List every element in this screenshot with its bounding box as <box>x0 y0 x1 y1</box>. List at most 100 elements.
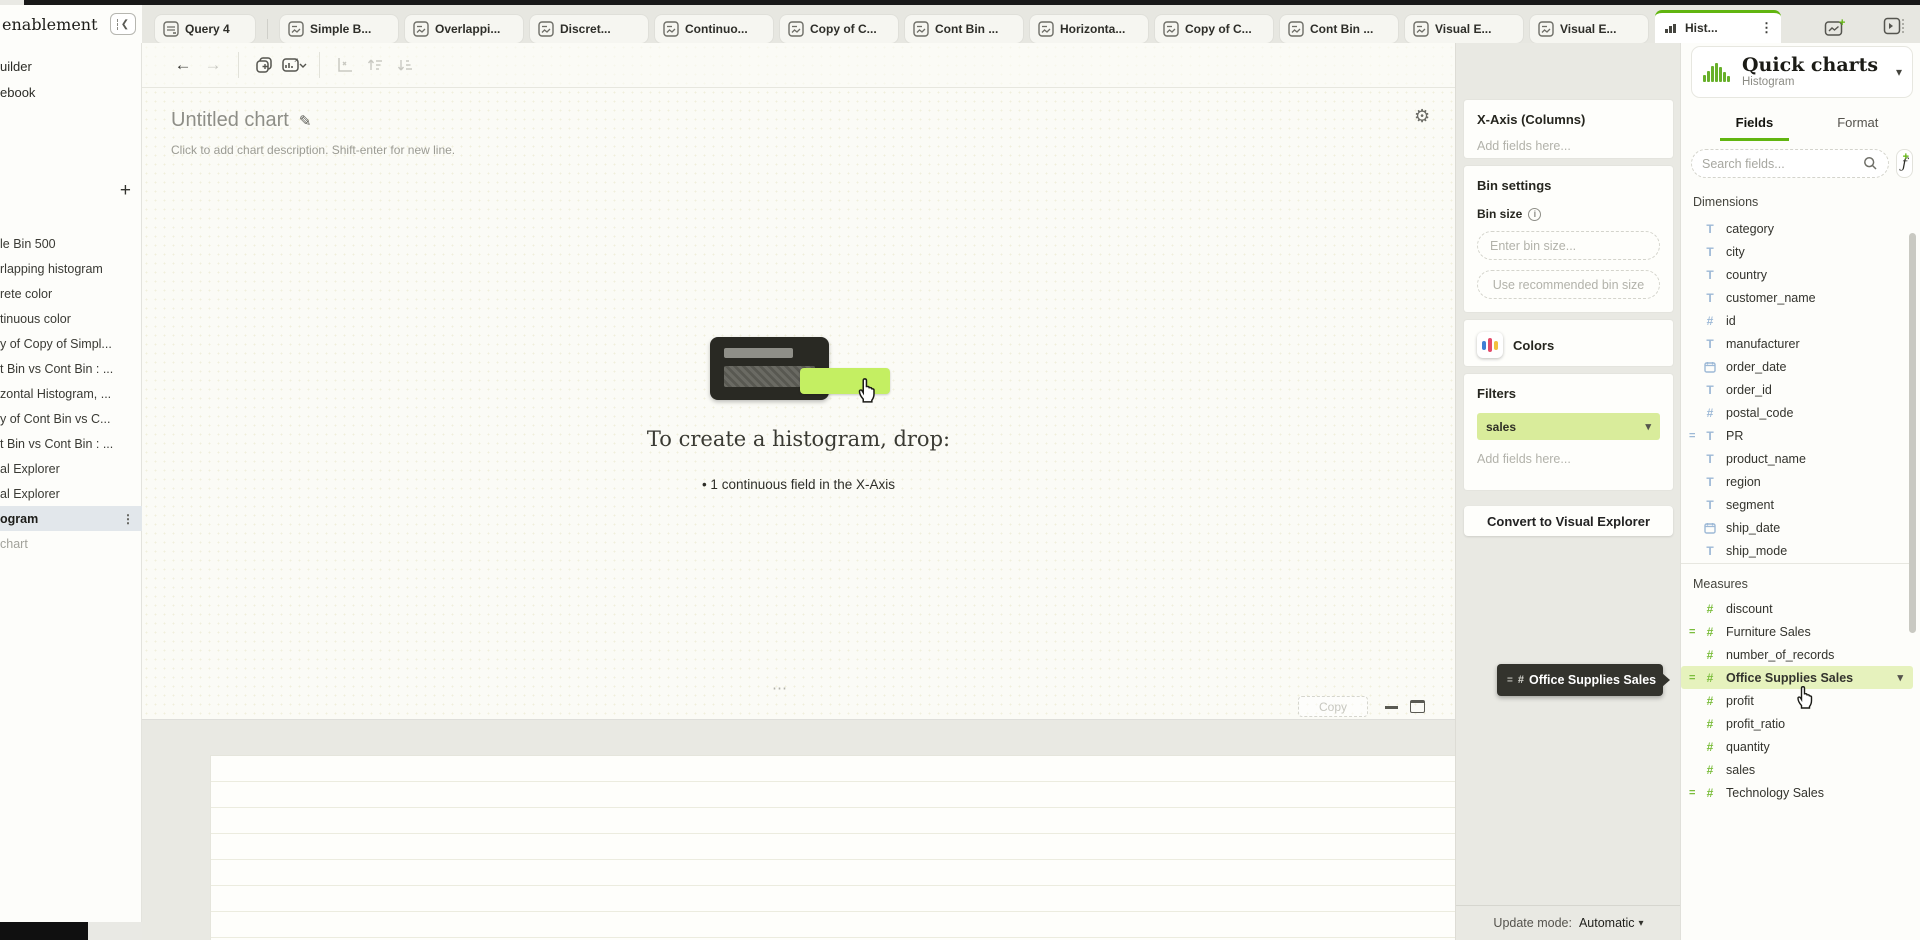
search-input[interactable] <box>1702 157 1863 171</box>
sidebar-page-item[interactable]: y of Copy of Simpl... <box>0 331 142 356</box>
page-tab[interactable]: Cont Bin ... <box>905 15 1023 43</box>
field-item-region[interactable]: Tregion <box>1681 470 1913 493</box>
sidebar-page-item[interactable]: zontal Histogram, ... <box>0 381 142 406</box>
kebab-icon[interactable]: ⋮ <box>122 512 134 526</box>
field-item-postal-code[interactable]: #postal_code <box>1681 401 1913 424</box>
sidebar-page-item[interactable]: t Bin vs Cont Bin : ... <box>0 356 142 381</box>
page-tab[interactable]: Copy of C... <box>780 15 898 43</box>
field-item-id[interactable]: #id <box>1681 309 1913 332</box>
update-mode-label: Update mode: <box>1493 916 1572 930</box>
chevron-down-icon[interactable]: ▾ <box>1896 65 1902 79</box>
page-tab[interactable]: Overlappi... <box>405 15 523 43</box>
page-tab[interactable]: Copy of C... <box>1155 15 1273 43</box>
grid-row[interactable] <box>211 782 1455 808</box>
field-item-order-date[interactable]: order_date <box>1681 355 1913 378</box>
field-item-sales[interactable]: #sales <box>1681 758 1913 781</box>
sidebar-page-label: y of Copy of Simpl... <box>0 337 112 351</box>
filter-pill-sales[interactable]: sales ▾ <box>1477 413 1660 440</box>
field-item-country[interactable]: Tcountry <box>1681 263 1913 286</box>
field-item-order-id[interactable]: Torder_id <box>1681 378 1913 401</box>
field-item-customer-name[interactable]: Tcustomer_name <box>1681 286 1913 309</box>
chart-title[interactable]: Untitled chart <box>171 109 289 132</box>
sidebar-page-item[interactable]: al Explorer <box>0 481 142 506</box>
info-icon[interactable]: i <box>1528 208 1541 221</box>
field-item-label: customer_name <box>1726 291 1816 305</box>
convert-to-visual-explorer-button[interactable]: Convert to Visual Explorer <box>1464 506 1673 536</box>
field-item-discount[interactable]: #discount <box>1681 597 1913 620</box>
field-item-furniture-sales[interactable]: =#Furniture Sales <box>1681 620 1913 643</box>
add-page-button[interactable]: + <box>1818 15 1852 41</box>
field-item-city[interactable]: Tcity <box>1681 240 1913 263</box>
field-item-profit-ratio[interactable]: #profit_ratio <box>1681 712 1913 735</box>
resize-handle-icon[interactable]: ⋯ <box>772 679 789 697</box>
copy-ghost-button[interactable]: Copy <box>1298 696 1368 717</box>
sidebar-page-label: chart <box>0 537 28 551</box>
scrollbar-thumb[interactable] <box>1909 233 1916 633</box>
gear-icon[interactable]: ⚙ <box>1414 106 1430 127</box>
page-tab[interactable]: Simple B... <box>280 15 398 43</box>
field-item-quantity[interactable]: #quantity <box>1681 735 1913 758</box>
recommended-bin-button[interactable]: Use recommended bin size <box>1477 270 1660 299</box>
field-item-ship-mode[interactable]: Tship_mode <box>1681 539 1913 562</box>
grid-row[interactable] <box>211 756 1455 782</box>
page-tab[interactable]: Hist...⋮ <box>1655 10 1781 43</box>
grid-row[interactable] <box>211 886 1455 912</box>
edit-title-icon[interactable]: ✎ <box>299 112 312 130</box>
xaxis-drop-target[interactable]: Add fields here... <box>1477 139 1660 153</box>
field-item-segment[interactable]: Tsegment <box>1681 493 1913 516</box>
collapse-sidebar-icon[interactable]: ❮ <box>110 13 136 35</box>
duplicate-icon[interactable] <box>249 50 279 80</box>
add-formula-button[interactable]: ƒ + <box>1896 149 1913 178</box>
field-item-ship-date[interactable]: ship_date <box>1681 516 1913 539</box>
back-icon[interactable]: ← <box>168 50 198 80</box>
minimize-icon[interactable] <box>1385 706 1398 709</box>
field-item-manufacturer[interactable]: Tmanufacturer <box>1681 332 1913 355</box>
page-tab[interactable]: Cont Bin ... <box>1280 15 1398 43</box>
page-tab[interactable]: Visual E... <box>1530 15 1648 43</box>
chart-description-placeholder[interactable]: Click to add chart description. Shift-en… <box>171 143 455 157</box>
sidebar-page-item[interactable]: rlapping histogram <box>0 256 142 281</box>
text-type-icon: T <box>1703 544 1717 558</box>
page-tab[interactable]: Horizonta... <box>1030 15 1148 43</box>
quick-charts-selector[interactable]: Quick charts Histogram ▾ <box>1691 46 1913 98</box>
remove-chart-icon[interactable]: × <box>279 50 309 80</box>
filters-drop-target[interactable]: Add fields here... <box>1477 452 1660 466</box>
maximize-icon[interactable] <box>1410 700 1425 713</box>
sidebar-page-item[interactable]: al Explorer <box>0 456 142 481</box>
sidebar-page-item[interactable]: chart <box>0 531 142 556</box>
update-mode-dropdown[interactable]: Automatic ▾ <box>1579 916 1644 930</box>
sidebar-page-item[interactable]: ogram⋮ <box>0 506 142 531</box>
sidebar-page-item[interactable]: le Bin 500 <box>0 231 142 256</box>
sidebar-page-item[interactable]: y of Cont Bin vs C... <box>0 406 142 431</box>
field-item-number-of-records[interactable]: #number_of_records <box>1681 643 1913 666</box>
field-item-product-name[interactable]: Tproduct_name <box>1681 447 1913 470</box>
toggle-panel-icon[interactable] <box>1878 13 1912 39</box>
page-tab[interactable]: Query 4 <box>155 15 255 43</box>
sidebar-page-item[interactable]: tinuous color <box>0 306 142 331</box>
field-item-category[interactable]: Tcategory <box>1681 217 1913 240</box>
text-type-icon: T <box>1703 383 1717 397</box>
page-tab[interactable]: Visual E... <box>1405 15 1523 43</box>
field-item-technology-sales[interactable]: =#Technology Sales <box>1681 781 1913 804</box>
kebab-icon[interactable]: ⋮ <box>1760 20 1773 36</box>
quick-charts-subtitle: Histogram <box>1742 76 1878 88</box>
page-tab[interactable]: Discret... <box>530 15 648 43</box>
page-tab[interactable]: Continuo... <box>655 15 773 43</box>
sidebar-page-item[interactable]: t Bin vs Cont Bin : ... <box>0 431 142 456</box>
caret-down-icon[interactable]: ▾ <box>1897 671 1903 684</box>
sidebar-item-builder[interactable]: uilder <box>0 53 141 79</box>
grid-row[interactable] <box>211 860 1455 886</box>
tab-format[interactable]: Format <box>1833 109 1882 141</box>
field-item-pr[interactable]: =TPR <box>1681 424 1913 447</box>
field-item-label: profit <box>1726 694 1754 708</box>
bin-size-input[interactable] <box>1477 231 1660 260</box>
grid-row[interactable] <box>211 808 1455 834</box>
caret-down-icon[interactable]: ▾ <box>1645 420 1651 433</box>
sidebar-item-notebook[interactable]: ebook <box>0 79 141 105</box>
sidebar-page-item[interactable]: rete color <box>0 281 142 306</box>
grid-row[interactable] <box>211 912 1455 938</box>
add-page-list-button[interactable]: + <box>120 181 131 200</box>
tab-fields[interactable]: Fields <box>1720 109 1790 141</box>
grid-row[interactable] <box>211 834 1455 860</box>
colors-section[interactable]: Colors <box>1464 320 1673 366</box>
